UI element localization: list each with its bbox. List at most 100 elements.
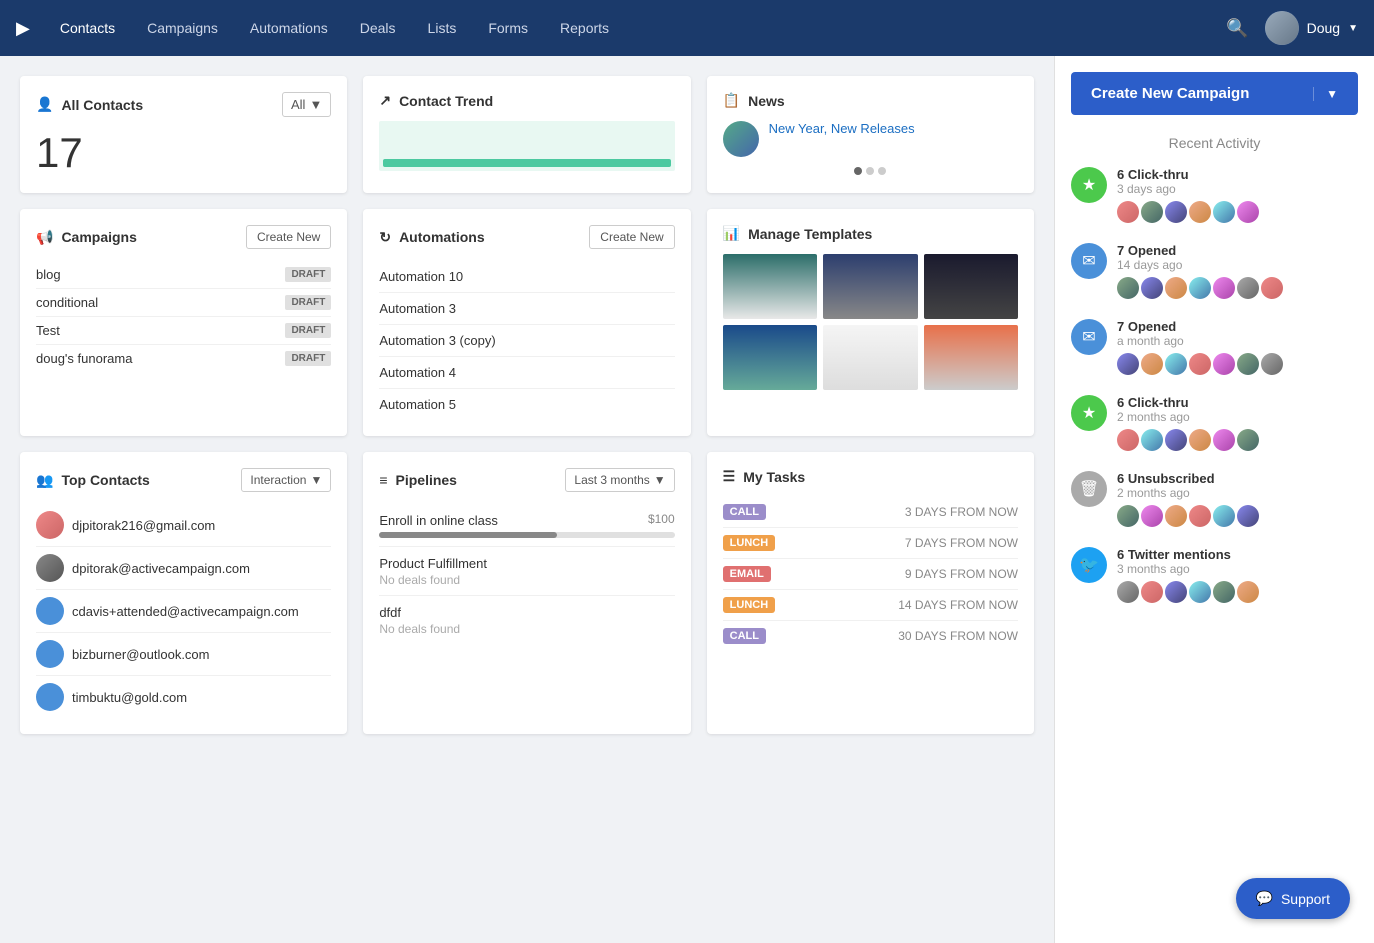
user-menu[interactable]: Doug ▼ [1265,11,1358,45]
pipelines-icon: ≡ [379,472,387,488]
list-item[interactable]: Automation 4 [379,357,674,389]
campaign-name: blog [36,267,61,282]
avatar [1237,353,1259,375]
list-item: conditional DRAFT [36,289,331,317]
activity-time: 2 months ago [1117,486,1358,500]
avatar [1141,505,1163,527]
draft-badge: DRAFT [285,267,331,282]
news-dot-1[interactable] [854,167,862,175]
avatar [1189,505,1211,527]
activity-avatars [1117,505,1358,527]
nav-automations[interactable]: Automations [236,12,342,44]
recent-activity-title: Recent Activity [1071,135,1358,151]
avatar [1141,201,1163,223]
contact-trend-header: ↗ Contact Trend [379,92,674,109]
my-tasks-widget: ☰ My Tasks CALL 3 DAYS FROM NOW LUNCH 7 … [707,452,1034,734]
avatar [1117,201,1139,223]
template-thumb[interactable] [823,254,917,319]
automations-header: ↻ Automations Create New [379,225,674,249]
activity-body: 6 Click-thru 3 days ago [1117,167,1358,223]
tasks-icon: ☰ [723,468,736,485]
activity-avatars [1117,201,1358,223]
template-thumb[interactable] [924,254,1018,319]
contact-email[interactable]: bizburner@outlook.com [72,647,209,662]
list-item[interactable]: Automation 3 (copy) [379,325,674,357]
avatar [1117,277,1139,299]
avatar [1141,581,1163,603]
email-icon: ✉ [1071,319,1107,355]
avatar [1237,429,1259,451]
news-dot-3[interactable] [878,167,886,175]
list-item: EMAIL 9 DAYS FROM NOW [723,559,1018,590]
list-item[interactable]: Automation 10 [379,261,674,293]
nav-reports[interactable]: Reports [546,12,623,44]
contact-email[interactable]: timbuktu@gold.com [72,690,187,705]
chevron-down-icon: ▼ [309,97,322,112]
pipeline-name: Enroll in online class [379,513,498,528]
automations-create-new-button[interactable]: Create New [589,225,674,249]
template-thumb[interactable] [723,254,817,319]
list-item: Test DRAFT [36,317,331,345]
chevron-down-icon: ▼ [1348,23,1358,34]
avatar [1213,277,1235,299]
news-link[interactable]: New Year, New Releases [769,121,915,136]
my-tasks-title: ☰ My Tasks [723,468,806,485]
navbar: ▶ Contacts Campaigns Automations Deals L… [0,0,1374,56]
contact-email[interactable]: cdavis+attended@activecampaign.com [72,604,299,619]
top-contacts-icon: 👥 [36,472,53,489]
avatar [1189,277,1211,299]
contact-trend-widget: ↗ Contact Trend [363,76,690,193]
pipeline-amount: $100 [648,512,675,526]
template-thumb[interactable] [823,325,917,390]
avatar [1189,201,1211,223]
pipelines-filter-dropdown[interactable]: Last 3 months ▼ [565,468,674,492]
template-thumb[interactable] [924,325,1018,390]
contact-email[interactable]: djpitorak216@gmail.com [72,518,215,533]
nav-contacts[interactable]: Contacts [46,12,129,44]
list-item: timbuktu@gold.com [36,676,331,718]
list-item: blog DRAFT [36,261,331,289]
right-sidebar: Create New Campaign ▼ Recent Activity ★ … [1054,56,1374,943]
list-item: dpitorak@activecampaign.com [36,547,331,590]
nav-deals[interactable]: Deals [346,12,410,44]
contact-avatar [36,511,64,539]
list-item[interactable]: Automation 5 [379,389,674,420]
pipeline-no-deals: No deals found [379,622,674,636]
interaction-filter-dropdown[interactable]: Interaction ▼ [241,468,331,492]
trend-icon: ↗ [379,92,391,109]
activity-item: ★ 6 Click-thru 3 days ago [1071,167,1358,223]
list-item[interactable]: Automation 3 [379,293,674,325]
contact-avatar [36,597,64,625]
task-days: 14 DAYS FROM NOW [898,598,1018,612]
nav-toggle-icon[interactable]: ▶ [16,18,30,39]
nav-lists[interactable]: Lists [414,12,471,44]
news-content: New Year, New Releases [723,121,1018,157]
nav-forms[interactable]: Forms [474,12,542,44]
support-button[interactable]: 💬 Support [1236,878,1350,919]
avatar [1237,277,1259,299]
pipeline-name: dfdf [379,605,401,620]
main-layout: 👤 All Contacts All ▼ 17 ↗ Contact Trend [0,56,1374,943]
create-new-campaign-button[interactable]: Create New Campaign ▼ [1071,72,1358,115]
pipeline-no-deals: No deals found [379,573,674,587]
task-days: 7 DAYS FROM NOW [905,536,1018,550]
campaigns-create-new-button[interactable]: Create New [246,225,331,249]
list-item: bizburner@outlook.com [36,633,331,676]
search-icon[interactable]: 🔍 [1226,18,1248,39]
pipelines-widget: ≡ Pipelines Last 3 months ▼ Enroll in on… [363,452,690,734]
all-contacts-widget: 👤 All Contacts All ▼ 17 [20,76,347,193]
news-dot-2[interactable] [866,167,874,175]
activity-avatars [1117,429,1358,451]
task-days: 3 DAYS FROM NOW [905,505,1018,519]
activity-item: ★ 6 Click-thru 2 months ago [1071,395,1358,451]
pipelines-title: ≡ Pipelines [379,472,457,488]
contact-email[interactable]: dpitorak@activecampaign.com [72,561,250,576]
contacts-filter-dropdown[interactable]: All ▼ [282,92,331,117]
nav-campaigns[interactable]: Campaigns [133,12,232,44]
avatar [1165,429,1187,451]
campaign-name: doug's funorama [36,351,132,366]
trend-chart [379,121,674,171]
template-thumb[interactable] [723,325,817,390]
nav-links: Contacts Campaigns Automations Deals Lis… [46,12,1226,44]
list-item: Product Fulfillment No deals found [379,547,674,596]
